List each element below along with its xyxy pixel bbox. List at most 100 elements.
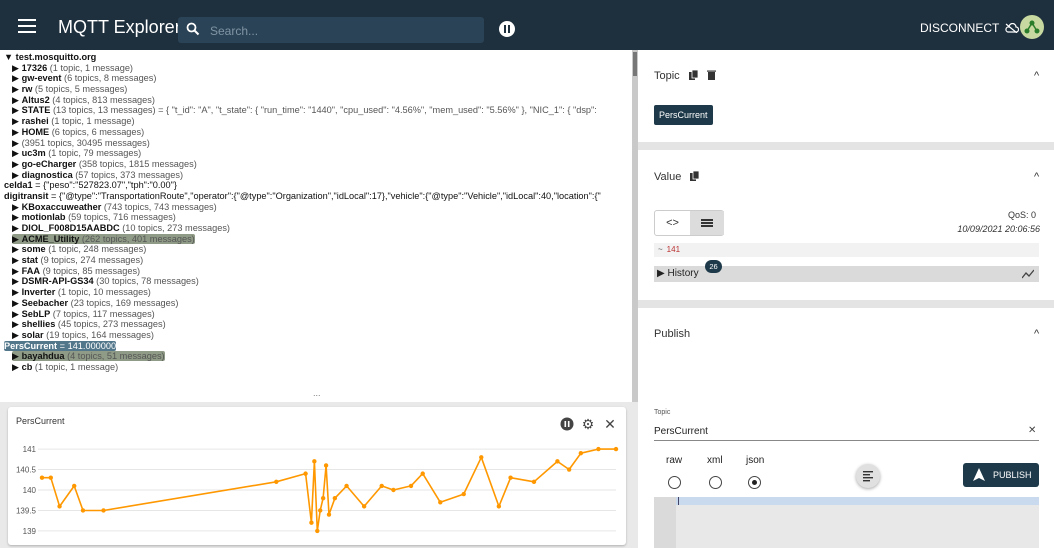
expand-arrow-icon[interactable]: ▶ bbox=[12, 84, 22, 94]
expand-arrow-icon[interactable]: ▶ bbox=[12, 159, 22, 169]
tree-item[interactable]: ▶ Inverter (1 topic, 10 messages) bbox=[4, 287, 632, 298]
expand-arrow-icon[interactable]: ▶ bbox=[12, 138, 22, 148]
view-toggle[interactable]: <> bbox=[654, 210, 724, 236]
publish-chevron-up-icon[interactable]: ^ bbox=[1034, 328, 1044, 340]
data-point[interactable] bbox=[332, 495, 338, 501]
tree-item[interactable]: ▶ DIOL_F008D15AABDC (10 topics, 273 mess… bbox=[4, 223, 632, 234]
copy-icon[interactable] bbox=[688, 69, 699, 80]
data-point[interactable] bbox=[596, 446, 601, 452]
topic-chip[interactable]: PersCurrent bbox=[654, 105, 713, 125]
data-point[interactable] bbox=[57, 504, 62, 509]
tree-item[interactable]: ▶ FAA (9 topics, 85 messages) bbox=[4, 266, 632, 277]
expand-arrow-icon[interactable]: ▶ bbox=[12, 116, 22, 126]
data-point[interactable] bbox=[578, 450, 584, 456]
data-point[interactable] bbox=[323, 463, 329, 468]
history-toggle[interactable]: ▶ History 26 bbox=[654, 260, 1039, 282]
tree-selected-row[interactable]: PersCurrent = 141.000000 bbox=[4, 340, 632, 352]
expand-arrow-icon[interactable]: ▶ bbox=[12, 95, 22, 105]
expand-arrow-icon[interactable]: ▶ bbox=[12, 362, 22, 372]
tree-item[interactable]: ▶ rw (5 topics, 5 messages) bbox=[4, 84, 632, 95]
tree-item[interactable]: ▶ uc3m (1 topic, 79 messages) bbox=[4, 148, 632, 159]
data-point[interactable] bbox=[309, 520, 314, 525]
tree-item[interactable]: ▶ rashei (1 topic, 1 message) bbox=[4, 116, 632, 127]
data-point[interactable] bbox=[101, 508, 106, 513]
radio-raw[interactable] bbox=[668, 476, 681, 489]
expand-arrow-icon[interactable]: ▶ bbox=[12, 244, 22, 254]
data-point[interactable] bbox=[420, 471, 425, 476]
expand-arrow-icon[interactable]: ▶ bbox=[12, 309, 22, 319]
disconnect-button[interactable]: DISCONNECT bbox=[920, 21, 1020, 35]
expand-arrow-icon[interactable]: ▶ bbox=[12, 319, 22, 329]
tree-item[interactable]: ▶ bayahdua (4 topics, 51 messages) bbox=[4, 351, 632, 362]
raw-view-button[interactable] bbox=[690, 211, 724, 235]
expand-arrow-icon[interactable]: ▶ bbox=[12, 105, 22, 115]
tree-item[interactable]: ▶ cb (1 topic, 1 message) bbox=[4, 362, 632, 373]
tree-item[interactable]: ▶ KBoxaccuweather (743 topics, 743 messa… bbox=[4, 202, 632, 213]
copy-value-icon[interactable] bbox=[690, 170, 700, 181]
tree-item[interactable]: ▶ SebLP (7 topics, 117 messages) bbox=[4, 309, 632, 320]
data-point[interactable] bbox=[72, 483, 77, 489]
data-point[interactable] bbox=[479, 455, 484, 460]
tree-item[interactable]: ▶ gw-event (6 topics, 8 messages) bbox=[4, 73, 632, 84]
tree-item[interactable]: ▶ diagnostica (57 topics, 373 messages) bbox=[4, 170, 632, 181]
expand-arrow-icon[interactable]: ▶ bbox=[12, 351, 22, 361]
search-input[interactable] bbox=[208, 20, 472, 42]
close-icon[interactable]: ✕ bbox=[603, 417, 617, 431]
tree-item[interactable]: ▶ ACME_Utility (262 topics, 401 messages… bbox=[4, 233, 632, 245]
expand-arrow-icon[interactable]: ▶ bbox=[12, 127, 22, 137]
data-point[interactable] bbox=[274, 479, 279, 485]
expand-arrow-icon[interactable]: ▶ bbox=[12, 223, 22, 233]
data-point[interactable] bbox=[361, 504, 367, 509]
tree-item[interactable]: ▶ stat (9 topics, 274 messages) bbox=[4, 255, 632, 266]
radio-json[interactable] bbox=[748, 476, 761, 489]
pause-icon[interactable] bbox=[499, 21, 515, 37]
expand-arrow-icon[interactable]: ▶ bbox=[12, 255, 22, 265]
data-point[interactable] bbox=[508, 475, 513, 480]
data-point[interactable] bbox=[379, 483, 384, 489]
tree-item[interactable]: ▶ DSMR-API-GS34 (30 topics, 78 messages) bbox=[4, 276, 632, 287]
tree-item[interactable]: ▶ shellies (45 topics, 273 messages) bbox=[4, 319, 632, 330]
radio-xml[interactable] bbox=[709, 476, 722, 489]
data-point[interactable] bbox=[344, 483, 349, 489]
data-point[interactable] bbox=[496, 504, 502, 509]
gear-icon[interactable]: ⚙ bbox=[581, 417, 595, 431]
tree-item[interactable]: ▶ STATE (13 topics, 13 messages) = { "t_… bbox=[4, 105, 632, 116]
menu-icon[interactable] bbox=[18, 19, 36, 33]
expand-arrow-icon[interactable]: ▶ bbox=[12, 287, 22, 297]
tree-item[interactable]: ▶ go-eCharger (358 topics, 1815 messages… bbox=[4, 159, 632, 170]
data-point[interactable] bbox=[555, 459, 560, 464]
expand-arrow-icon[interactable]: ▶ bbox=[12, 298, 22, 308]
publish-button[interactable]: PUBLISH bbox=[963, 463, 1039, 487]
expand-arrow-icon[interactable]: ▶ bbox=[12, 73, 22, 83]
expand-arrow-icon[interactable]: ▶ bbox=[12, 234, 22, 244]
data-point[interactable] bbox=[39, 475, 45, 480]
tree-item[interactable]: ▶ Altus2 (4 topics, 813 messages) bbox=[4, 95, 632, 106]
avatar[interactable] bbox=[1020, 15, 1044, 39]
data-point[interactable] bbox=[315, 528, 320, 534]
tree-scroll-thumb[interactable] bbox=[633, 52, 637, 76]
chart-icon[interactable] bbox=[1022, 269, 1034, 279]
data-point[interactable] bbox=[312, 459, 317, 464]
tree-leaf-item[interactable]: digitransit = {"@type":"TransportationRo… bbox=[4, 191, 632, 202]
expand-arrow-icon[interactable]: ▶ bbox=[12, 212, 22, 222]
expand-arrow-icon[interactable]: ▶ bbox=[12, 202, 22, 212]
search-box[interactable] bbox=[178, 17, 484, 43]
data-point[interactable] bbox=[408, 483, 414, 489]
expand-arrow-icon[interactable]: ▶ bbox=[12, 330, 22, 340]
data-point[interactable] bbox=[48, 475, 53, 480]
tree-item[interactable]: ▶ Seebacher (23 topics, 169 messages) bbox=[4, 298, 632, 309]
tree-item[interactable]: ▶ (3951 topics, 30495 messages) bbox=[4, 138, 632, 149]
tree-root[interactable]: ▼ test.mosquitto.org bbox=[4, 52, 632, 63]
tree-item[interactable]: ▶ some (1 topic, 248 messages) bbox=[4, 244, 632, 255]
data-point[interactable] bbox=[318, 508, 323, 513]
format-button[interactable] bbox=[856, 464, 880, 488]
publish-topic-input[interactable] bbox=[654, 422, 1039, 441]
tree-item[interactable]: ▶ motionlab (59 topics, 716 messages) bbox=[4, 212, 632, 223]
data-point[interactable] bbox=[320, 495, 326, 501]
data-point[interactable] bbox=[531, 479, 537, 485]
chevron-up-icon[interactable]: ^ bbox=[1034, 70, 1044, 82]
data-point[interactable] bbox=[326, 512, 332, 517]
data-point[interactable] bbox=[303, 471, 308, 476]
data-point[interactable] bbox=[461, 491, 466, 497]
expand-arrow-icon[interactable]: ▶ bbox=[12, 266, 22, 276]
